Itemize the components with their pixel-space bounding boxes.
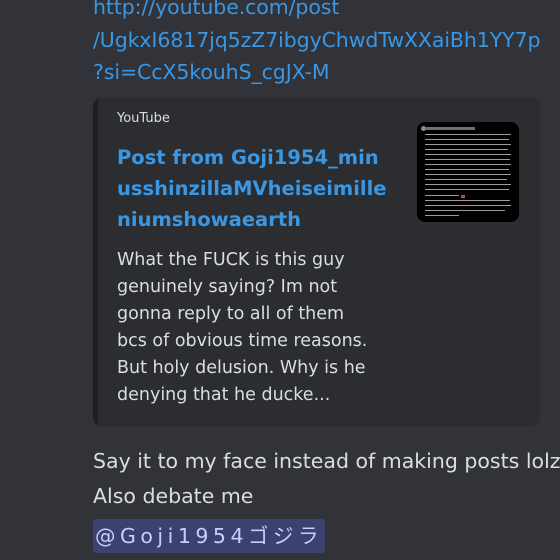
thumbnail-text-line <box>425 139 509 140</box>
embed-provider[interactable]: YouTube <box>117 111 170 127</box>
embed-thumbnail-image[interactable] <box>417 122 519 222</box>
youtube-link-line-3[interactable]: ?si=CcX5kouhS_cgJX-M <box>93 59 330 86</box>
thumbnail-text-line <box>425 215 459 216</box>
thumbnail-text-line <box>425 200 510 201</box>
embed-description-line-5: But holy delusion. Why is he <box>117 358 366 378</box>
thumbnail-text-line <box>425 189 509 190</box>
youtube-link-line-2[interactable]: /UgkxI6817jq5zZ7ibgyChwdTwXXaiBh1YY7p <box>93 27 541 54</box>
thumbnail-text-line <box>425 210 505 211</box>
embed-description-line-4: bcs of obvious time reasons. <box>117 331 368 351</box>
embed-description-line-2: genuinely saying? Im not <box>117 277 338 297</box>
embed-description-line-6: denying that he ducke... <box>117 385 331 405</box>
thumbnail-text-line <box>425 149 508 150</box>
message-text-line-2: Also debate me <box>93 484 254 508</box>
embed-title-line-1[interactable]: Post from Goji1954_min <box>117 142 379 173</box>
thumbnail-text-line <box>425 184 511 185</box>
embed-title-line-3[interactable]: niumshowaearth <box>117 204 301 235</box>
user-mention[interactable]: @Goji1954ゴジラ <box>93 519 325 553</box>
link-embed-card: YouTube Post from Goji1954_min usshinzil… <box>93 97 540 427</box>
embed-description-line-3: gonna reply to all of them <box>117 304 345 324</box>
thumbnail-text-line <box>425 174 511 175</box>
thumbnail-text-line <box>425 195 459 196</box>
thumbnail-text-line <box>425 169 509 170</box>
thumbnail-header-bar <box>425 127 475 130</box>
thumbnail-text-line <box>425 134 511 135</box>
thumbnail-text-line <box>425 154 511 155</box>
chat-message-area: http://youtube.com/post /UgkxI6817jq5zZ7… <box>0 0 560 560</box>
thumbnail-text-line <box>425 159 510 160</box>
thumbnail-text-line <box>425 144 511 145</box>
heart-emoji-icon <box>461 195 465 198</box>
embed-title-line-2[interactable]: usshinzillaMVheiseimille <box>117 173 387 204</box>
thumbnail-text-line <box>425 205 511 206</box>
thumbnail-text-line <box>425 164 511 165</box>
embed-accent-bar <box>93 97 98 427</box>
thumbnail-text-line <box>425 179 507 180</box>
message-text-line-1: Say it to my face instead of making post… <box>93 449 560 473</box>
youtube-link-line-1[interactable]: http://youtube.com/post <box>93 0 339 21</box>
embed-description-line-1: What the FUCK is this guy <box>117 250 345 270</box>
